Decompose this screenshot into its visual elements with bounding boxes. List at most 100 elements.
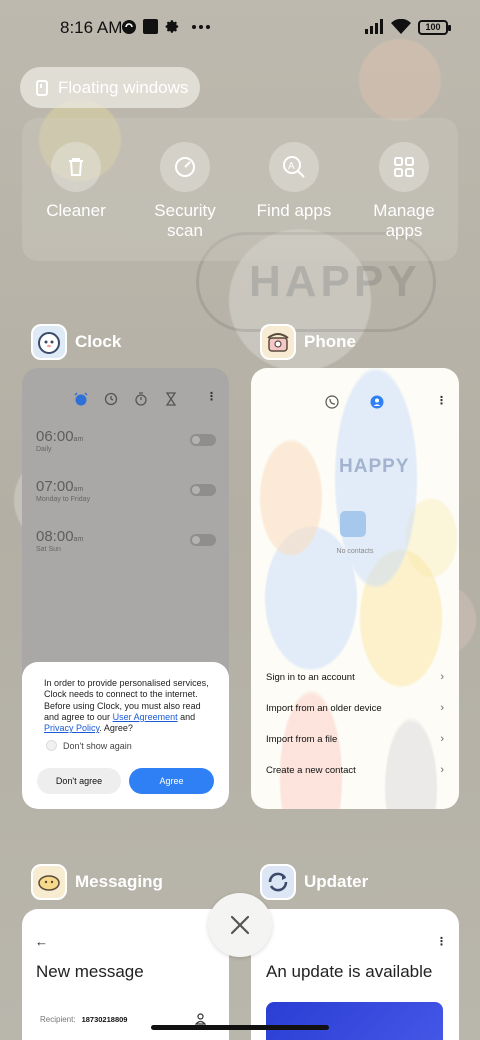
messaging-app-icon bbox=[31, 864, 67, 900]
alarm-time: 08:00 bbox=[36, 528, 74, 545]
battery-level: 100 bbox=[425, 22, 441, 32]
no-contacts-text: No contacts bbox=[336, 548, 374, 555]
update-banner bbox=[266, 1002, 443, 1040]
floating-window-icon bbox=[36, 79, 48, 96]
dont-agree-button[interactable]: Don't agree bbox=[37, 768, 121, 794]
updater-card[interactable]: ⋮ An update is available bbox=[251, 909, 459, 1040]
option-label: Sign in to an account bbox=[266, 672, 355, 683]
dont-show-again-checkbox[interactable]: Don't show again bbox=[46, 740, 132, 751]
consent-and: and bbox=[180, 711, 196, 722]
gear-icon bbox=[165, 20, 179, 33]
update-available-title: An update is available bbox=[266, 962, 433, 981]
consent-text: In order to provide personalised service… bbox=[44, 678, 212, 734]
cleaner-button[interactable]: Cleaner bbox=[26, 142, 126, 221]
security-scan-button[interactable]: Security scan bbox=[135, 142, 235, 241]
chevron-right-icon: › bbox=[440, 671, 444, 683]
happy-doodle: HAPPY bbox=[339, 456, 410, 477]
cleaner-label: Cleaner bbox=[46, 201, 106, 220]
recents-icon[interactable] bbox=[325, 395, 339, 409]
option-label: Import from a file bbox=[266, 734, 338, 745]
clock-app-icon bbox=[31, 324, 67, 360]
user-agreement-link[interactable]: User Agreement bbox=[113, 712, 178, 722]
square-app-icon bbox=[143, 19, 158, 34]
security-scan-label: Security scan bbox=[154, 201, 216, 240]
person-icon[interactable] bbox=[195, 1013, 206, 1025]
more-dots-icon bbox=[192, 25, 210, 29]
recipient-field[interactable]: Recipient: 18730218809 bbox=[40, 1015, 127, 1024]
status-time: 8:16 AM bbox=[60, 18, 123, 37]
phone-app-header[interactable]: Phone bbox=[260, 324, 356, 360]
chevron-right-icon: › bbox=[440, 764, 444, 776]
phone-more-icon[interactable]: ⋮ bbox=[436, 394, 447, 407]
import-file-option[interactable]: Import from a file › bbox=[266, 733, 444, 745]
agree-button[interactable]: Agree bbox=[129, 768, 214, 794]
find-apps-label: Find apps bbox=[256, 201, 332, 220]
contacts-icon[interactable] bbox=[370, 395, 384, 409]
messaging-card[interactable]: ← New message Recipient: 18730218809 bbox=[22, 909, 229, 1040]
alarm-row[interactable]: 07:00am Monday to Friday bbox=[36, 478, 216, 503]
alarm-row[interactable]: 06:00am Daily bbox=[36, 428, 216, 453]
recipient-value: 18730218809 bbox=[81, 1015, 128, 1024]
floating-windows-label: Floating windows bbox=[58, 77, 189, 97]
phone-card[interactable]: HAPPY ⋮ No contacts Sign in to an accoun… bbox=[251, 368, 459, 809]
messaging-app-name: Messaging bbox=[75, 872, 163, 891]
alarm-period: am bbox=[73, 536, 84, 543]
back-arrow-icon[interactable]: ← bbox=[35, 934, 48, 949]
floating-windows-button[interactable]: Floating windows bbox=[20, 67, 200, 108]
app-notification-icon bbox=[122, 20, 136, 34]
svg-text:A: A bbox=[288, 161, 295, 172]
alarm-period: am bbox=[73, 436, 84, 443]
alarm-icon[interactable] bbox=[74, 392, 88, 406]
clock-more-icon[interactable]: ⋮ bbox=[206, 390, 217, 403]
updater-more-icon[interactable]: ⋮ bbox=[436, 935, 447, 948]
manage-apps-button[interactable]: Manage apps bbox=[354, 142, 454, 241]
quick-actions-panel: Cleaner Security scan A Find apps Manage… bbox=[22, 118, 458, 261]
alarm-toggle[interactable] bbox=[190, 534, 216, 546]
clock-app-header[interactable]: Clock bbox=[31, 324, 121, 360]
search-apps-icon: A bbox=[269, 142, 319, 192]
dont-show-again-label: Don't show again bbox=[63, 740, 132, 751]
shield-scan-icon bbox=[160, 142, 210, 192]
alarm-toggle[interactable] bbox=[190, 484, 216, 496]
consent-dialog: In order to provide personalised service… bbox=[22, 662, 229, 809]
option-label: Create a new contact bbox=[266, 765, 356, 776]
option-label: Import from an older device bbox=[266, 703, 382, 714]
find-apps-button[interactable]: A Find apps bbox=[244, 142, 344, 221]
wifi-icon bbox=[391, 19, 411, 34]
close-all-button[interactable] bbox=[208, 893, 272, 957]
alarm-repeat: Monday to Friday bbox=[36, 496, 91, 503]
alarm-time: 07:00 bbox=[36, 478, 74, 495]
close-icon bbox=[230, 915, 250, 935]
phone-app-icon bbox=[260, 324, 296, 360]
alarm-time: 06:00 bbox=[36, 428, 74, 445]
recipient-label: Recipient: bbox=[40, 1015, 76, 1024]
chevron-right-icon: › bbox=[440, 733, 444, 745]
clock-icon[interactable] bbox=[104, 392, 118, 406]
create-contact-option[interactable]: Create a new contact › bbox=[266, 764, 444, 776]
sign-in-option[interactable]: Sign in to an account › bbox=[266, 671, 444, 683]
privacy-policy-link[interactable]: Privacy Policy bbox=[44, 723, 99, 733]
alarm-row[interactable]: 08:00am Sat Sun bbox=[36, 528, 216, 553]
signal-icon bbox=[365, 19, 383, 34]
grid-icon bbox=[379, 142, 429, 192]
new-message-title: New message bbox=[36, 962, 144, 981]
timer-icon[interactable] bbox=[164, 392, 178, 406]
clock-card[interactable]: ⋮ 06:00am Daily 07:00am Monday to Friday… bbox=[22, 368, 229, 809]
home-indicator[interactable] bbox=[151, 1025, 329, 1030]
phone-app-name: Phone bbox=[304, 332, 356, 351]
updater-app-name: Updater bbox=[304, 872, 369, 891]
no-contacts-icon bbox=[340, 511, 366, 537]
chevron-right-icon: › bbox=[440, 702, 444, 714]
status-bar: 8:16 AM 100 bbox=[0, 0, 480, 56]
battery-icon: 100 bbox=[418, 20, 451, 35]
consent-tail: . Agree? bbox=[99, 723, 133, 734]
messaging-app-header[interactable]: Messaging bbox=[31, 864, 163, 900]
stopwatch-icon[interactable] bbox=[134, 392, 148, 406]
alarm-period: am bbox=[73, 486, 84, 493]
updater-app-icon bbox=[260, 864, 296, 900]
checkbox-icon bbox=[46, 740, 57, 751]
updater-app-header[interactable]: Updater bbox=[260, 864, 368, 900]
import-old-device-option[interactable]: Import from an older device › bbox=[266, 702, 444, 714]
trash-icon bbox=[51, 142, 101, 192]
alarm-toggle[interactable] bbox=[190, 434, 216, 446]
